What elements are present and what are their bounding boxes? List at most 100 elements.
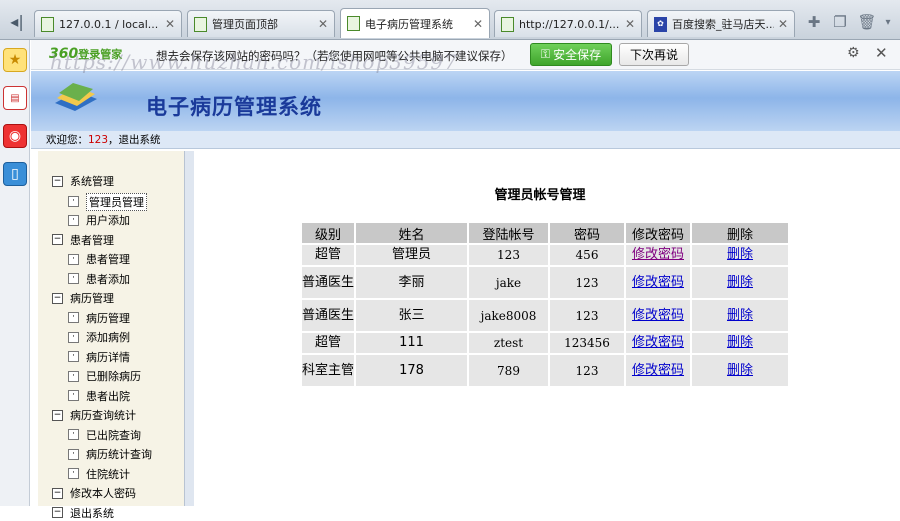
cell-name: 178: [356, 355, 467, 386]
cell-account: jake8008: [469, 300, 548, 331]
leaf-node-icon: ·: [68, 196, 79, 207]
edit-password-link[interactable]: 修改密码: [632, 247, 684, 262]
column-header-level: 级别: [302, 223, 354, 243]
collapse-icon[interactable]: −: [52, 175, 63, 187]
tab-emr-system[interactable]: 电子病历管理系统 ✕: [340, 8, 490, 38]
tree-item-label: 病历管理: [86, 311, 130, 325]
column-header-account: 登陆帐号: [469, 223, 548, 243]
cell-name: 111: [356, 333, 467, 353]
delete-link[interactable]: 删除: [727, 247, 753, 262]
cell-level: 普通医生: [302, 300, 354, 331]
cell-password: 123: [550, 267, 624, 298]
tree-group[interactable]: − 系统管理: [52, 173, 114, 189]
close-icon[interactable]: ✕: [778, 17, 788, 31]
cell-edit: 修改密码: [626, 300, 690, 331]
cell-account: jake: [469, 267, 548, 298]
leaf-node-icon: ·: [68, 448, 79, 460]
leaf-node-icon: ·: [68, 429, 79, 440]
edit-password-link[interactable]: 修改密码: [632, 275, 684, 290]
delete-link[interactable]: 删除: [727, 308, 753, 323]
tree-group[interactable]: − 病历查询统计: [52, 407, 136, 423]
dropdown-icon[interactable]: ▾: [880, 12, 896, 32]
page-icon: [347, 16, 360, 31]
plus-icon[interactable]: ✚: [803, 12, 825, 32]
back-arrow-icon[interactable]: ◂|: [0, 8, 34, 34]
tree-item[interactable]: · 管理员管理: [68, 192, 147, 211]
collapse-icon[interactable]: −: [52, 507, 63, 518]
tree-item[interactable]: · 病历管理: [68, 310, 130, 326]
leaf-node-icon: ·: [68, 273, 79, 284]
admin-account-table: 级别 姓名 登陆帐号 密码 修改密码 删除 超管 管理员 123 456 修改密码 删除普…: [300, 221, 790, 388]
tree-item[interactable]: · 患者管理: [68, 251, 130, 267]
page-title: 管理员帐号管理: [494, 188, 586, 203]
tree-group[interactable]: − 患者管理: [52, 232, 114, 248]
books-icon: [55, 83, 97, 111]
not-now-button[interactable]: 下次再说: [619, 43, 689, 66]
close-icon[interactable]: ✕: [473, 17, 483, 31]
close-icon[interactable]: ✕: [875, 44, 888, 62]
delete-link[interactable]: 删除: [727, 363, 753, 378]
tab-phpmyadmin[interactable]: 127.0.0.1 / local... ✕: [34, 10, 182, 37]
weibo-icon[interactable]: ◉: [3, 124, 27, 148]
cell-edit: 修改密码: [626, 267, 690, 298]
leaf-node-icon: ·: [68, 331, 79, 343]
close-icon[interactable]: ✕: [318, 17, 328, 31]
collapse-icon[interactable]: −: [52, 292, 63, 304]
tab-baidu-search[interactable]: ✿ 百度搜索_驻马店天... ✕: [647, 10, 795, 37]
tree-item[interactable]: · 已删除病历: [68, 368, 141, 384]
news-icon[interactable]: ▤: [3, 86, 27, 110]
trash-icon[interactable]: 🗑: [856, 12, 878, 32]
close-icon[interactable]: ✕: [165, 17, 175, 31]
cell-delete: 删除: [692, 333, 788, 353]
tab-localhost[interactable]: http://127.0.0.1/... ✕: [494, 10, 642, 37]
logout-link[interactable]: ，退出系统: [108, 132, 161, 147]
tree-item[interactable]: · 患者添加: [68, 271, 130, 287]
mobile-icon[interactable]: ▯: [3, 162, 27, 186]
cell-edit: 修改密码: [626, 333, 690, 353]
table-row: 超管 管理员 123 456 修改密码 删除: [302, 245, 788, 265]
tree-group[interactable]: − 退出系统: [52, 505, 114, 521]
app-banner: 电子病历管理系统: [31, 71, 900, 131]
table-row: 普通医生 张三 jake8008 123 修改密码 删除: [302, 300, 788, 331]
baidu-paw-icon: ✿: [654, 16, 667, 32]
collapse-icon[interactable]: −: [52, 234, 63, 245]
safe-save-button[interactable]: ⚿ 安全保存: [530, 43, 612, 66]
tree-item-label: 病历统计查询: [86, 448, 152, 461]
cell-edit: 修改密码: [626, 355, 690, 386]
favorites-star-icon[interactable]: ★: [3, 48, 27, 72]
page-icon: [41, 16, 54, 32]
tree-item[interactable]: · 添加病例: [68, 329, 130, 345]
table-row: 科室主管 178 789 123 修改密码 删除: [302, 355, 788, 386]
tree-item[interactable]: · 用户添加: [68, 212, 130, 228]
tree-item-label: 患者管理: [86, 253, 130, 266]
tree-group[interactable]: − 修改本人密码: [52, 485, 136, 501]
collapse-icon[interactable]: −: [52, 487, 63, 499]
table-row: 超管 111 ztest 123456 修改密码 删除: [302, 333, 788, 353]
cell-delete: 删除: [692, 355, 788, 386]
tree-group-label: 退出系统: [70, 506, 114, 520]
delete-link[interactable]: 删除: [727, 275, 753, 290]
cell-password: 123: [550, 300, 624, 331]
tree-item[interactable]: · 患者出院: [68, 388, 130, 404]
leaf-node-icon: ·: [68, 253, 79, 265]
cell-delete: 删除: [692, 300, 788, 331]
collapse-icon[interactable]: −: [52, 409, 63, 421]
edit-password-link[interactable]: 修改密码: [632, 335, 684, 350]
edit-password-link[interactable]: 修改密码: [632, 363, 684, 378]
delete-link[interactable]: 删除: [727, 335, 753, 350]
restore-icon[interactable]: ❐: [829, 12, 851, 32]
cell-edit: 修改密码: [626, 245, 690, 265]
close-icon[interactable]: ✕: [625, 17, 635, 31]
tree-item[interactable]: · 病历详情: [68, 349, 130, 365]
edit-password-link[interactable]: 修改密码: [632, 308, 684, 323]
scrollbar[interactable]: [184, 151, 194, 506]
tree-item[interactable]: · 住院统计: [68, 466, 130, 482]
cell-delete: 删除: [692, 267, 788, 298]
tree-group[interactable]: − 病历管理: [52, 290, 114, 306]
leaf-node-icon: ·: [68, 468, 79, 479]
tree-item[interactable]: · 病历统计查询: [68, 446, 152, 462]
tree-item[interactable]: · 已出院查询: [68, 427, 141, 443]
tab-admin-top[interactable]: 管理页面顶部 ✕: [187, 10, 335, 37]
gear-icon[interactable]: ⚙: [847, 45, 860, 61]
table-header-row: 级别 姓名 登陆帐号 密码 修改密码 删除: [302, 223, 788, 243]
